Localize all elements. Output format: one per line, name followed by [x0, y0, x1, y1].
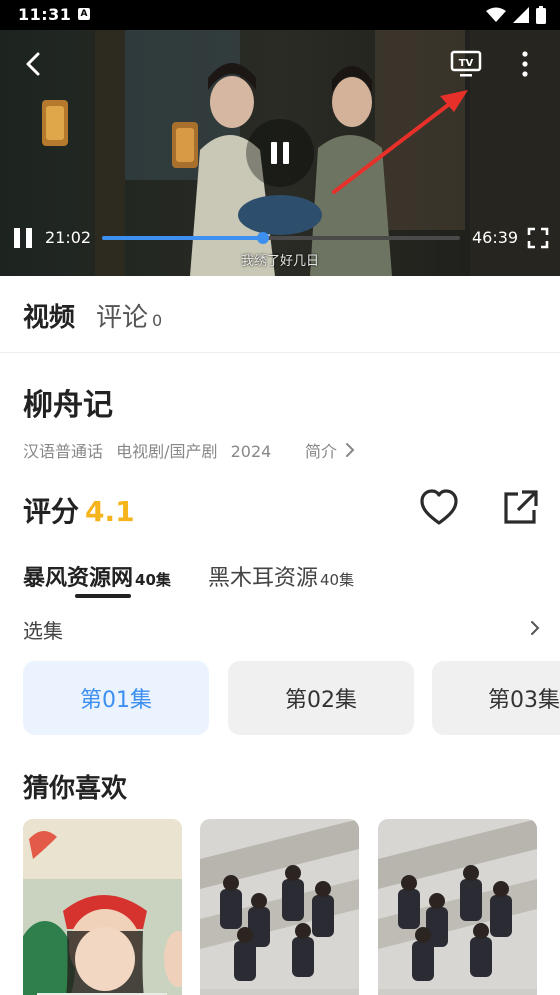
meta-language: 汉语普通话 — [23, 442, 104, 461]
episode-item-03[interactable]: 第03集 — [432, 661, 560, 735]
tab-comment-label: 评论 — [96, 303, 149, 333]
battery-icon — [536, 6, 546, 24]
source-name: 暴风资源网 — [23, 566, 134, 591]
tab-comment[interactable]: 评论 0 — [96, 297, 162, 334]
poster-image — [23, 819, 182, 995]
source-tab-baofeng[interactable]: 暴风资源网 40集 — [23, 560, 171, 592]
episode-select-label: 选集 — [23, 619, 63, 643]
episode-item-02[interactable]: 第02集 — [228, 661, 414, 735]
episode-select-row[interactable]: 选集 — [23, 614, 543, 644]
intro-link[interactable]: 简介 — [305, 438, 357, 462]
back-icon[interactable] — [18, 48, 50, 80]
comment-count: 0 — [152, 311, 163, 330]
chevron-right-icon — [531, 621, 540, 635]
progress-slider[interactable] — [102, 232, 460, 244]
poster-image — [378, 819, 537, 995]
signal-icon — [513, 7, 529, 23]
source-name: 黑木耳资源 — [208, 566, 319, 591]
show-meta: 汉语普通话 电视剧/国产剧 2024 — [23, 438, 279, 462]
total-time: 46:39 — [472, 228, 519, 247]
status-bar: 11:31 A — [0, 0, 560, 30]
source-count: 40集 — [135, 571, 171, 589]
tv-cast-icon[interactable]: TV — [450, 50, 482, 80]
progress-thumb[interactable] — [257, 232, 270, 244]
video-player[interactable]: TV 21:02 46:39 我绣了好几日 — [0, 30, 560, 276]
favorite-heart-icon[interactable] — [418, 487, 460, 529]
progress-fill — [102, 236, 264, 240]
content-tabs: 视频 评论 0 — [0, 276, 560, 353]
source-tab-heimuer[interactable]: 黑木耳资源 40集 — [208, 560, 354, 592]
meta-genre: 电视剧/国产剧 — [116, 442, 218, 461]
subtitle: 我绣了好几日 — [240, 254, 319, 269]
tab-video[interactable]: 视频 — [23, 297, 75, 334]
episode-item-01[interactable]: 第01集 — [23, 661, 209, 735]
episode-list: 第01集 第02集 第03集 — [23, 661, 560, 735]
recommend-poster[interactable] — [200, 819, 359, 995]
pause-icon — [271, 142, 289, 164]
more-icon[interactable] — [515, 48, 535, 80]
meta-year: 2024 — [230, 442, 272, 461]
chevron-right-icon — [346, 443, 355, 457]
status-time: 11:31 — [18, 5, 72, 24]
center-pause-button[interactable] — [246, 119, 314, 187]
pause-button[interactable] — [12, 226, 36, 250]
source-count: 40集 — [320, 571, 355, 589]
intro-label: 简介 — [305, 442, 338, 461]
recommend-title: 猜你喜欢 — [23, 774, 128, 804]
rating-value: 4.1 — [85, 495, 135, 528]
share-icon[interactable] — [500, 488, 540, 528]
wifi-icon — [486, 7, 506, 22]
fullscreen-icon[interactable] — [526, 226, 550, 250]
poster-image — [200, 819, 359, 995]
current-time: 21:02 — [45, 228, 92, 247]
rating-label: 评分 — [23, 495, 80, 528]
show-title: 柳舟记 — [23, 388, 113, 423]
notification-icon: A — [78, 8, 90, 20]
source-tab-indicator — [75, 594, 131, 598]
status-icons — [486, 6, 546, 24]
rating: 评分 4.1 — [23, 490, 135, 530]
svg-text:TV: TV — [459, 58, 474, 69]
recommend-list — [23, 819, 560, 995]
recommend-poster[interactable] — [378, 819, 537, 995]
recommend-poster[interactable] — [23, 819, 182, 995]
